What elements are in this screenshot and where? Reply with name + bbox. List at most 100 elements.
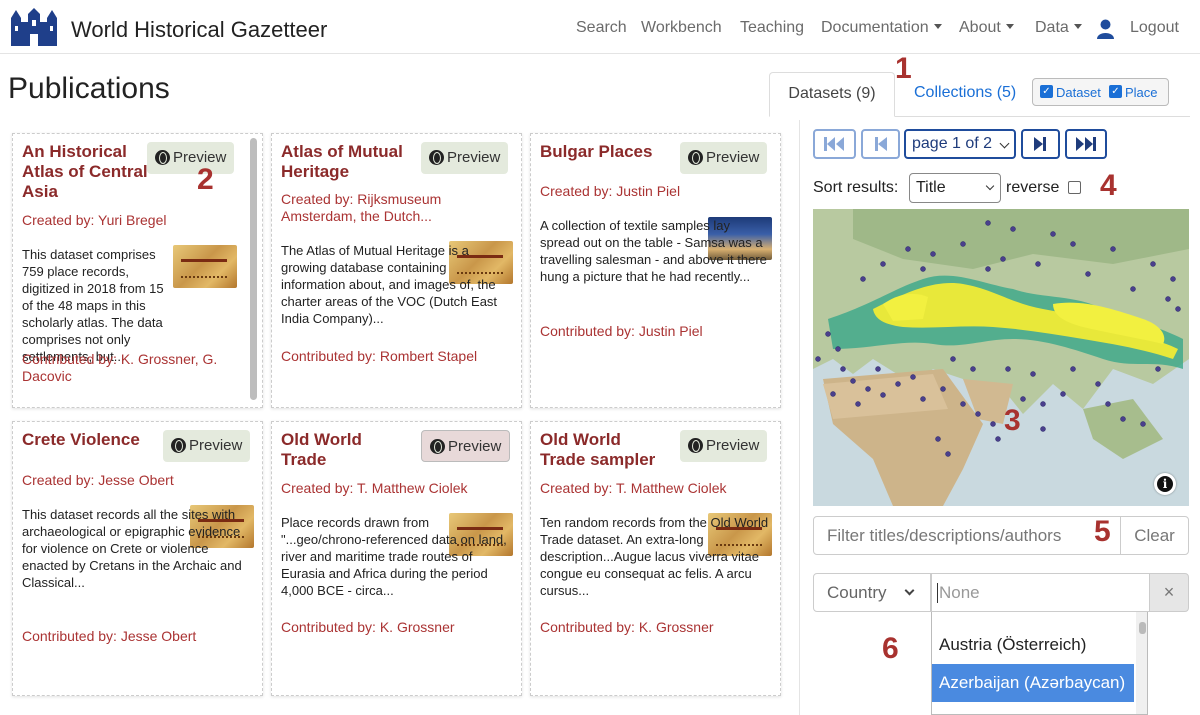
- last-page-button[interactable]: [1065, 129, 1107, 159]
- step-forward-icon: [1034, 137, 1046, 151]
- country-select[interactable]: Country: [813, 573, 931, 612]
- castle-logo-icon[interactable]: [9, 8, 59, 46]
- nav-data[interactable]: Data: [1035, 19, 1082, 37]
- text-cursor: [937, 583, 938, 603]
- skip-last-icon: [1076, 137, 1096, 151]
- annotation-number: 6: [882, 632, 899, 665]
- globe-icon: [429, 150, 444, 165]
- reverse-checkbox[interactable]: [1068, 181, 1081, 194]
- navbar: World Historical Gazetteer Search Workbe…: [0, 0, 1200, 54]
- step-back-icon: [875, 137, 887, 151]
- tab-collections[interactable]: Collections (5): [914, 84, 1016, 102]
- nav-documentation-label: Documentation: [821, 19, 929, 36]
- nav-search[interactable]: Search: [576, 19, 627, 37]
- preview-button[interactable]: Preview: [421, 142, 509, 174]
- preview-label: Preview: [706, 437, 760, 454]
- prev-page-button[interactable]: [861, 129, 900, 159]
- preview-label: Preview: [706, 149, 760, 166]
- card-title[interactable]: Old World Trade: [281, 430, 411, 470]
- card-description: The Atlas of Mutual Heritage is a growin…: [281, 242, 513, 327]
- country-option-selected[interactable]: Azerbaijan (Azərbaycan): [932, 664, 1134, 702]
- card-contributor: Contributed by: Justin Piel: [540, 323, 703, 339]
- clear-button[interactable]: Clear: [1120, 516, 1189, 555]
- first-page-button[interactable]: [813, 129, 856, 159]
- preview-button[interactable]: Preview: [147, 142, 235, 174]
- preview-button[interactable]: Preview: [421, 430, 511, 462]
- place-checkbox[interactable]: ✓: [1109, 85, 1122, 98]
- card-title[interactable]: An Historical Atlas of Central Asia: [22, 142, 152, 202]
- annotation-number: 2: [197, 163, 214, 196]
- dataset-card: Atlas of Mutual Heritage Preview Created…: [271, 133, 522, 408]
- preview-button[interactable]: Preview: [163, 430, 251, 462]
- preview-button[interactable]: Preview: [680, 430, 768, 462]
- page-title: Publications: [8, 72, 170, 105]
- reverse-label: reverse: [1006, 179, 1060, 196]
- nav-about[interactable]: About: [959, 19, 1014, 37]
- user-icon[interactable]: [1097, 19, 1114, 39]
- nav-logout[interactable]: Logout: [1130, 19, 1179, 37]
- nav-data-label: Data: [1035, 19, 1069, 36]
- chevron-down-icon: [904, 585, 915, 596]
- dataset-checkbox-label[interactable]: Dataset: [1056, 85, 1101, 100]
- place-checkbox-label[interactable]: Place: [1125, 85, 1158, 100]
- dropdown-scroll-thumb[interactable]: [1139, 622, 1146, 634]
- card-contributor: Contributed by: Jesse Obert: [22, 628, 197, 644]
- dataset-card: Bulgar Places Preview Created by: Justin…: [530, 133, 781, 408]
- annotation-number: 3: [1004, 404, 1021, 437]
- dataset-card: Old World Trade sampler Preview Created …: [530, 421, 781, 696]
- nav-documentation[interactable]: Documentation: [821, 19, 942, 37]
- annotation-number: 5: [1094, 515, 1111, 548]
- filter-input[interactable]: Filter titles/descriptions/authors: [813, 516, 1121, 555]
- card-title[interactable]: Bulgar Places: [540, 142, 670, 162]
- map[interactable]: [813, 209, 1189, 506]
- globe-icon: [688, 150, 703, 165]
- card-creator: Created by: Jesse Obert: [22, 472, 174, 488]
- nav-teaching[interactable]: Teaching: [740, 19, 804, 37]
- sort-label: Sort results:: [813, 179, 899, 196]
- tab-datasets[interactable]: Datasets (9): [769, 72, 895, 117]
- card-creator: Created by: Justin Piel: [540, 183, 681, 199]
- brand-title[interactable]: World Historical Gazetteer: [71, 17, 327, 43]
- country-option[interactable]: Austria (Österreich): [932, 626, 1134, 664]
- card-creator: Created by: Rijksmuseum Amsterdam, the D…: [281, 191, 442, 224]
- type-filter: ✓ Dataset ✓ Place: [1032, 78, 1169, 106]
- chevron-down-icon: [999, 138, 1010, 149]
- dataset-checkbox[interactable]: ✓: [1040, 85, 1053, 98]
- page-select-label: page 1 of 2: [912, 135, 993, 152]
- caret-down-icon: [1073, 24, 1082, 29]
- country-input[interactable]: None: [931, 573, 1150, 612]
- globe-icon: [171, 438, 186, 453]
- caret-down-icon: [1005, 24, 1014, 29]
- country-select-label: Country: [827, 583, 887, 602]
- card-contributor: Contributed by: K. Grossner: [281, 619, 455, 635]
- map-canvas: [813, 209, 1189, 506]
- country-dropdown: Austria (Österreich) Azerbaijan (Azərbay…: [931, 612, 1148, 715]
- card-thumbnail[interactable]: [173, 245, 237, 288]
- card-description: This dataset comprises 759 place records…: [22, 247, 164, 364]
- card-title[interactable]: Old World Trade sampler: [540, 430, 670, 470]
- nav-workbench[interactable]: Workbench: [641, 19, 722, 37]
- dropdown-scrollbar[interactable]: [1136, 612, 1147, 714]
- land-southeast-asia: [1083, 399, 1163, 459]
- card-title[interactable]: Atlas of Mutual Heritage: [281, 142, 411, 182]
- cards-scrollbar[interactable]: [250, 138, 257, 400]
- page-select[interactable]: page 1 of 2: [904, 129, 1016, 159]
- card-contributor: Contributed by: K. Grossner, G. Dacovic: [22, 351, 218, 384]
- country-clear-icon[interactable]: ×: [1149, 573, 1189, 612]
- panel-divider: [799, 120, 800, 715]
- sort-select[interactable]: Title: [909, 173, 1001, 203]
- card-contributor: Contributed by: K. Grossner: [540, 619, 714, 635]
- dataset-card: An Historical Atlas of Central Asia Prev…: [12, 133, 263, 408]
- map-info-icon[interactable]: [1154, 473, 1176, 495]
- preview-label: Preview: [189, 437, 243, 454]
- annotation-number: 4: [1100, 169, 1117, 202]
- next-page-button[interactable]: [1021, 129, 1060, 159]
- dataset-card: Crete Violence Preview Created by: Jesse…: [12, 421, 263, 696]
- sort-select-value: Title: [916, 179, 946, 196]
- preview-button[interactable]: Preview: [680, 142, 768, 174]
- card-title[interactable]: Crete Violence: [22, 430, 152, 450]
- card-description: This dataset records all the sites with …: [22, 507, 242, 590]
- skip-first-icon: [824, 137, 844, 151]
- card-creator: Created by: T. Matthew Ciolek: [281, 480, 468, 496]
- card-creator: Created by: T. Matthew Ciolek: [540, 480, 727, 496]
